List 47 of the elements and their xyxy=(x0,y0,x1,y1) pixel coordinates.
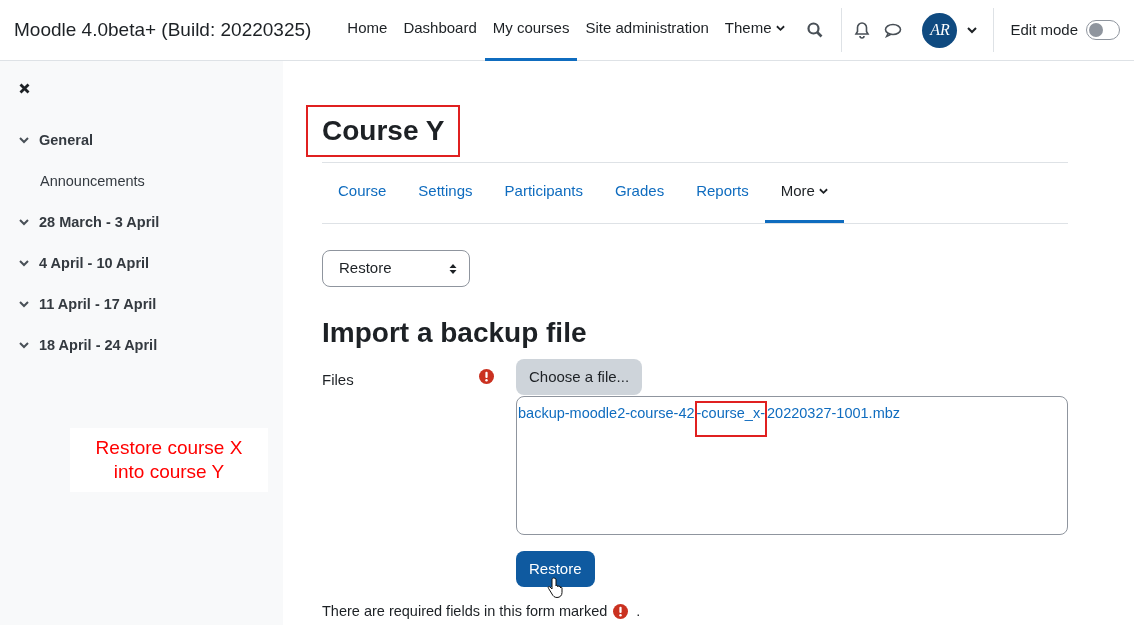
chevron-down-icon xyxy=(775,25,785,32)
course-tab[interactable]: Settings xyxy=(402,163,489,223)
edit-mode-label: Edit mode xyxy=(1010,19,1078,40)
activity-link[interactable]: Announcements xyxy=(40,170,145,193)
bell-icon[interactable] xyxy=(854,21,871,39)
course-title: Course Y xyxy=(306,105,461,157)
search-icon[interactable] xyxy=(807,22,824,38)
nav-link[interactable]: Theme xyxy=(716,0,793,61)
choose-file-button[interactable]: Choose a file... xyxy=(516,359,643,395)
action-select[interactable]: Restore xyxy=(322,250,470,287)
chevron-down-icon xyxy=(19,219,29,226)
chevron-down-icon xyxy=(967,26,978,34)
field-label: Files xyxy=(322,370,354,390)
section-link[interactable]: 28 March - 3 April xyxy=(39,211,160,234)
edit-mode-toggle[interactable] xyxy=(1086,20,1120,40)
annotation-note: Restore course X into course Y xyxy=(70,428,268,492)
chat-bubble-icon[interactable] xyxy=(884,22,903,38)
nav-link[interactable]: Site administration xyxy=(577,0,717,61)
required-note-end: . xyxy=(636,602,641,621)
chevron-down-icon xyxy=(19,342,29,349)
section-link[interactable]: 11 April - 17 April xyxy=(39,293,157,316)
chevron-down-icon xyxy=(19,301,29,308)
course-tab[interactable]: Participants xyxy=(488,163,599,223)
section-link[interactable]: 18 April - 24 April xyxy=(39,334,158,357)
section-link[interactable]: 4 April - 10 April xyxy=(39,252,150,275)
form-heading: Import a backup file xyxy=(322,316,588,350)
course-tab[interactable]: Course xyxy=(322,163,403,223)
user-avatar[interactable]: AR xyxy=(922,12,958,48)
course-tab[interactable]: More xyxy=(764,163,844,223)
required-icon xyxy=(613,604,629,620)
chevron-down-icon xyxy=(19,260,29,267)
chevron-down-icon xyxy=(19,137,29,144)
file-link[interactable]: backup-moodle2-course-42-course_x-20220327-1001.mbz xyxy=(518,401,901,437)
site-name[interactable]: Moodle 4.0beta+ (Build: 20220325) xyxy=(14,15,312,45)
chevron-down-icon xyxy=(818,188,828,195)
close-icon[interactable] xyxy=(19,83,30,94)
nav-link[interactable]: Dashboard xyxy=(395,0,485,61)
course-tab[interactable]: Grades xyxy=(598,163,681,223)
nav-link[interactable]: My courses xyxy=(484,0,578,61)
section-link[interactable]: General xyxy=(39,129,93,152)
course-tab[interactable]: Reports xyxy=(680,163,765,223)
required-note: There are required fields in this form marked xyxy=(322,602,608,621)
nav-link[interactable]: Home xyxy=(339,0,396,61)
sort-arrows-icon xyxy=(449,262,457,275)
required-icon xyxy=(479,369,494,384)
hand-cursor-icon xyxy=(547,577,564,599)
restore-button[interactable]: Restore xyxy=(516,551,595,587)
